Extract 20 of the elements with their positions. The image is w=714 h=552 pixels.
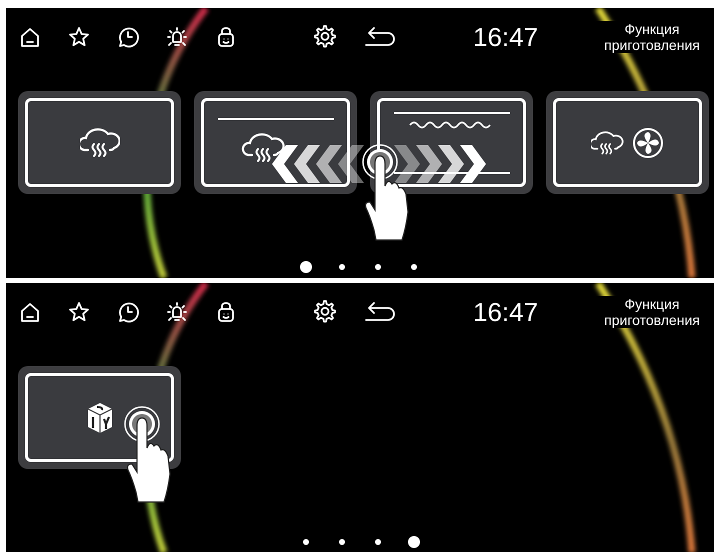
settings-icon[interactable] — [314, 300, 336, 324]
back-arrow-icon[interactable] — [364, 300, 396, 324]
clock-icon[interactable] — [117, 26, 139, 48]
settings-icon[interactable] — [314, 25, 336, 49]
star-icon[interactable] — [68, 26, 90, 48]
cooking-mode-card[interactable] — [194, 91, 357, 194]
clock-time: 16:47 — [473, 299, 538, 325]
star-icon[interactable] — [68, 301, 90, 323]
grill-icon — [392, 110, 512, 174]
swipe-arrows-icon — [272, 145, 486, 183]
lock-icon[interactable] — [215, 301, 237, 323]
cooking-mode-card[interactable] — [546, 91, 709, 194]
steam-fan-icon — [590, 126, 664, 160]
home-icon[interactable] — [19, 26, 41, 48]
clock-icon[interactable] — [117, 301, 139, 323]
clock-time: 16:47 — [473, 24, 538, 50]
home-icon[interactable] — [19, 301, 41, 323]
back-arrow-icon[interactable] — [364, 25, 396, 49]
cooking-mode-card[interactable] — [18, 91, 181, 194]
lock-icon[interactable] — [215, 26, 237, 48]
